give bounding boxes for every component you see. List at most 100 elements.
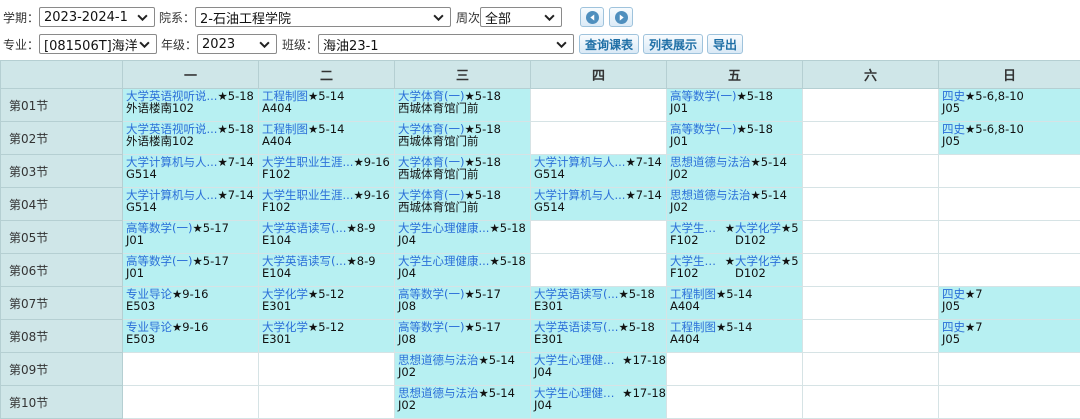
course-weeks: ★5-17 bbox=[464, 288, 500, 300]
course-cell[interactable]: 大学英语读写(...★5-18E301 bbox=[531, 287, 667, 320]
course-entry: 高等数学(一)★5-17J01 bbox=[123, 254, 258, 279]
course-weeks: ★5-14 bbox=[308, 123, 344, 135]
course-cell[interactable]: 思想道德与法治★5-14J02 bbox=[667, 155, 803, 188]
course-weeks: ★9-16 bbox=[172, 321, 208, 333]
course-line: 高等数学(一)★5-17 bbox=[398, 288, 530, 300]
grade-select[interactable]: 2023 bbox=[197, 34, 277, 54]
course-cell[interactable]: 大学计算机与人...★7-14G514 bbox=[123, 155, 259, 188]
course-cell[interactable]: 大学生劳动★F102大学化学★5D102 bbox=[667, 254, 803, 287]
course-entry: 大学化学★5-12E301 bbox=[259, 287, 394, 312]
course-cell[interactable]: 工程制图★5-14A404 bbox=[259, 122, 395, 155]
period-row: 第02节大学英语视听说...★5-18外语楼南102工程制图★5-14A404大… bbox=[1, 122, 1080, 155]
course-room: J04 bbox=[398, 234, 530, 246]
course-cell[interactable]: 大学生职业生涯...★9-16F102 bbox=[259, 188, 395, 221]
course-cell[interactable]: 四史★7J05 bbox=[939, 287, 1080, 320]
course-cell[interactable]: 大学生心理健康...★5-18J04 bbox=[395, 221, 531, 254]
major-select[interactable]: [081506T]海洋油 bbox=[39, 34, 157, 54]
class-select[interactable]: 海油23-1 bbox=[318, 34, 574, 54]
course-cell[interactable]: 大学英语读写(...★8-9E104 bbox=[259, 254, 395, 287]
course-cell[interactable]: 大学英语读写(...★5-18E301 bbox=[531, 320, 667, 353]
course-cell[interactable]: 大学计算机与人...★7-14G514 bbox=[531, 155, 667, 188]
course-entry: 大学生心理健康...★17-18J04 bbox=[531, 386, 666, 411]
prev-week-button[interactable] bbox=[580, 7, 604, 27]
course-room: J02 bbox=[398, 366, 530, 378]
course-weeks: ★7 bbox=[965, 321, 983, 333]
course-cell[interactable]: 大学体育(一)★5-18西城体育馆门前 bbox=[395, 188, 531, 221]
course-cell[interactable]: 大学计算机与人...★7-14G514 bbox=[123, 188, 259, 221]
week-select[interactable]: 全部 bbox=[480, 7, 562, 27]
class-label: 班级： bbox=[282, 36, 318, 53]
empty-cell bbox=[123, 386, 259, 419]
course-room: A404 bbox=[262, 135, 394, 147]
course-cell[interactable]: 大学英语读写(...★8-9E104 bbox=[259, 221, 395, 254]
course-cell[interactable]: 思想道德与法治★5-14J02 bbox=[395, 353, 531, 386]
course-cell[interactable]: 大学化学★5-12E301 bbox=[259, 287, 395, 320]
course-cell[interactable]: 高等数学(一)★5-17J01 bbox=[123, 254, 259, 287]
course-room: E503 bbox=[126, 333, 258, 345]
empty-cell bbox=[259, 386, 395, 419]
course-weeks: ★5-18 bbox=[217, 123, 253, 135]
course-entry: 四史★7J05 bbox=[939, 287, 1080, 312]
course-room: 外语楼南102 bbox=[126, 102, 258, 114]
course-line: 高等数学(一)★5-18 bbox=[670, 90, 802, 102]
course-entry[interactable]: 大学化学★5D102 bbox=[735, 222, 800, 246]
course-entry: 工程制图★5-14A404 bbox=[667, 287, 802, 312]
course-room: J05 bbox=[942, 135, 1080, 147]
course-entry: 大学计算机与人...★7-14G514 bbox=[123, 155, 258, 180]
course-room: E301 bbox=[534, 333, 666, 345]
department-select[interactable]: 2-石油工程学院 bbox=[195, 7, 451, 27]
list-view-button[interactable]: 列表展示 bbox=[643, 34, 703, 54]
course-room: A404 bbox=[262, 102, 394, 114]
period-row: 第03节大学计算机与人...★7-14G514大学生职业生涯...★9-16F1… bbox=[1, 155, 1080, 188]
course-cell[interactable]: 大学生劳动★F102大学化学★5D102 bbox=[667, 221, 803, 254]
term-select[interactable]: 2023-2024-1 bbox=[39, 7, 155, 27]
course-cell[interactable]: 大学英语视听说...★5-18外语楼南102 bbox=[123, 122, 259, 155]
course-cell[interactable]: 大学体育(一)★5-18西城体育馆门前 bbox=[395, 122, 531, 155]
course-cell[interactable]: 高等数学(一)★5-17J08 bbox=[395, 287, 531, 320]
course-room: F102 bbox=[670, 234, 735, 246]
course-cell[interactable]: 高等数学(一)★5-17J01 bbox=[123, 221, 259, 254]
empty-cell bbox=[531, 221, 667, 254]
query-timetable-button[interactable]: 查询课表 bbox=[579, 34, 639, 54]
chevron-down-icon bbox=[257, 37, 271, 51]
department-value: 2-石油工程学院 bbox=[200, 8, 291, 27]
next-week-button[interactable] bbox=[609, 7, 633, 27]
course-room: J08 bbox=[398, 333, 530, 345]
course-entry: 大学化学★5-12E301 bbox=[259, 320, 394, 345]
course-cell[interactable]: 工程制图★5-14A404 bbox=[667, 320, 803, 353]
course-room: A404 bbox=[670, 333, 802, 345]
course-cell[interactable]: 专业导论 ★9-16E503 bbox=[123, 320, 259, 353]
empty-cell bbox=[803, 386, 939, 419]
course-cell[interactable]: 大学生心理健康...★17-18J04 bbox=[531, 386, 667, 419]
course-cell[interactable]: 高等数学(一)★5-18J01 bbox=[667, 122, 803, 155]
export-button[interactable]: 导出 bbox=[707, 34, 743, 54]
course-entry: 大学生心理健康...★5-18J04 bbox=[395, 221, 530, 246]
course-cell[interactable]: 四史★7J05 bbox=[939, 320, 1080, 353]
course-cell[interactable]: 大学生心理健康...★17-18J04 bbox=[531, 353, 667, 386]
course-weeks: ★5-18 bbox=[217, 90, 253, 102]
course-cell[interactable]: 大学体育(一)★5-18西城体育馆门前 bbox=[395, 155, 531, 188]
course-cell[interactable]: 大学计算机与人...★7-14G514 bbox=[531, 188, 667, 221]
course-cell[interactable]: 思想道德与法治★5-14J02 bbox=[667, 188, 803, 221]
course-weeks: ★5-14 bbox=[751, 156, 787, 168]
period-label: 第03节 bbox=[1, 155, 123, 188]
course-entry[interactable]: 大学生劳动★F102 bbox=[670, 255, 735, 279]
course-entry[interactable]: 大学生劳动★F102 bbox=[670, 222, 735, 246]
course-cell[interactable]: 四史★5-6,8-10J05 bbox=[939, 89, 1080, 122]
course-cell[interactable]: 高等数学(一)★5-17J08 bbox=[395, 320, 531, 353]
course-cell[interactable]: 工程制图★5-14A404 bbox=[667, 287, 803, 320]
course-cell[interactable]: 四史★5-6,8-10J05 bbox=[939, 122, 1080, 155]
course-cell[interactable]: 大学生职业生涯...★9-16F102 bbox=[259, 155, 395, 188]
course-cell[interactable]: 大学英语视听说...★5-18外语楼南102 bbox=[123, 89, 259, 122]
course-cell[interactable]: 思想道德与法治★5-14J02 bbox=[395, 386, 531, 419]
course-cell[interactable]: 大学生心理健康...★5-18J04 bbox=[395, 254, 531, 287]
course-cell[interactable]: 高等数学(一)★5-18J01 bbox=[667, 89, 803, 122]
course-cell[interactable]: 专业导论 ★9-16E503 bbox=[123, 287, 259, 320]
course-line: 大学生心理健康...★5-18 bbox=[398, 222, 530, 234]
course-cell[interactable]: 大学体育(一)★5-18西城体育馆门前 bbox=[395, 89, 531, 122]
course-entry[interactable]: 大学化学★5D102 bbox=[735, 255, 800, 279]
course-cell[interactable]: 工程制图★5-14A404 bbox=[259, 89, 395, 122]
course-cell[interactable]: 大学化学★5-12E301 bbox=[259, 320, 395, 353]
course-entry: 大学计算机与人...★7-14G514 bbox=[123, 188, 258, 213]
day-header: 六 bbox=[803, 61, 939, 89]
